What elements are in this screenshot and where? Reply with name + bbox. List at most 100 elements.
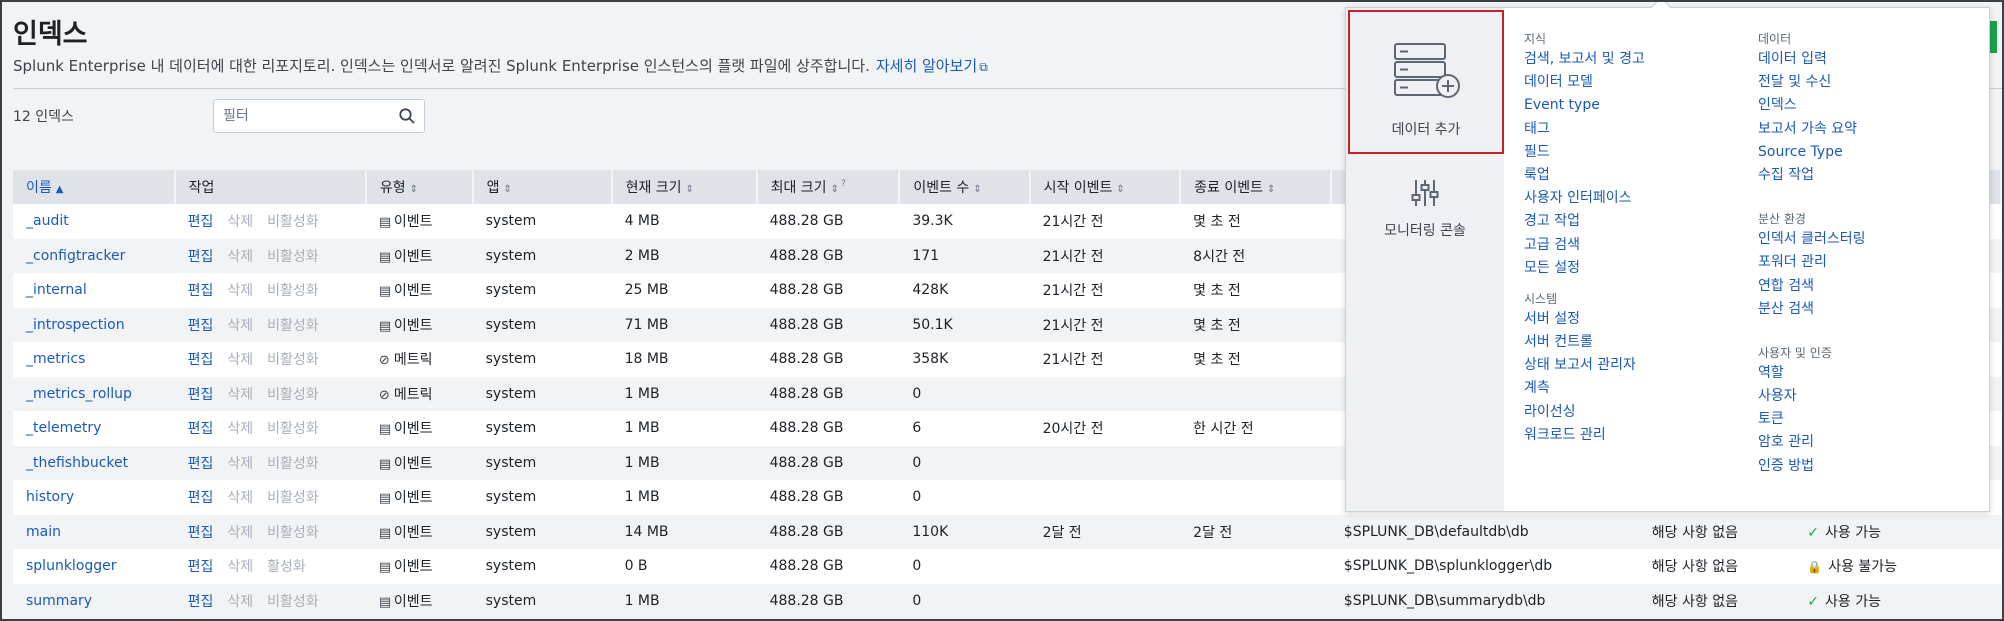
menu-item[interactable]: 사용자 <box>1758 385 1866 408</box>
edit-link[interactable]: 편집 <box>188 214 214 230</box>
document-icon: ▤ <box>378 215 392 231</box>
index-name-link[interactable]: main <box>13 514 175 549</box>
column-header-app[interactable]: 앱 ⇕ <box>472 170 613 204</box>
index-name-link[interactable]: _audit <box>13 204 175 239</box>
column-header-event-count[interactable]: 이벤트 수 ⇕ <box>899 170 1031 204</box>
current-size-cell: 1 MB <box>611 480 757 515</box>
edit-link[interactable]: 편집 <box>188 318 214 334</box>
edit-link[interactable]: 편집 <box>188 283 214 299</box>
menu-item[interactable]: 보고서 가속 요약 <box>1758 118 1866 141</box>
menu-item[interactable]: 수집 작업 <box>1758 164 1866 187</box>
earliest-event-cell: 21시간 전 <box>1029 238 1181 273</box>
document-icon: ▤ <box>378 525 392 541</box>
toggle-link: 비활성화 <box>267 490 319 507</box>
column-header-max-size[interactable]: 최대 크기 ⇕? <box>756 170 901 204</box>
menu-item[interactable]: 서버 설정 <box>1524 308 1645 331</box>
index-name-link[interactable]: _telemetry <box>13 411 175 446</box>
index-name-link[interactable]: history <box>13 480 175 515</box>
menu-item[interactable]: 고급 검색 <box>1524 234 1645 257</box>
index-name-link[interactable]: _thefishbucket <box>13 445 175 480</box>
menu-item[interactable]: 서버 컨트롤 <box>1524 331 1645 354</box>
edit-link[interactable]: 편집 <box>188 456 214 472</box>
menu-item[interactable]: Source Type <box>1758 141 1866 164</box>
menu-item[interactable]: 검색, 보고서 및 경고 <box>1524 48 1645 71</box>
current-size-cell: 0 B <box>611 549 757 584</box>
menu-item[interactable]: 토큰 <box>1758 408 1866 431</box>
edit-link[interactable]: 편집 <box>188 249 214 265</box>
edit-link[interactable]: 편집 <box>188 525 214 541</box>
index-name-link[interactable]: splunklogger <box>13 549 175 584</box>
menu-section-heading: 데이터 <box>1758 32 1792 46</box>
index-name-link[interactable]: _introspection <box>13 307 175 342</box>
type-label: 이벤트 <box>393 593 433 610</box>
column-header-latest-event[interactable]: 종료 이벤트 ⇕ <box>1180 170 1332 204</box>
settings-dropdown-menu: 데이터 추가 모니터링 콘솔 지식검색, 보고서 및 경고 데이터 모델 Event… <box>1345 7 1990 512</box>
app-cell: system <box>472 480 612 515</box>
document-icon: ▤ <box>378 491 392 507</box>
learn-more-link[interactable]: 자세히 알아보기 ⧉ <box>876 57 988 75</box>
toggle-link: 비활성화 <box>267 317 319 334</box>
menu-section-heading: 지식 <box>1524 32 1547 46</box>
menu-section-heading: 시스템 <box>1524 291 1558 306</box>
column-header-name[interactable]: 이름 ▲ <box>13 170 176 204</box>
latest-event-cell: 몇 초 전 <box>1180 307 1331 342</box>
menu-item[interactable]: 데이터 모델 <box>1524 71 1645 94</box>
delete-link: 삭제 <box>227 455 254 472</box>
menu-item[interactable]: Event type <box>1524 94 1645 117</box>
index-name-link[interactable]: _internal <box>13 273 175 308</box>
frozen-path-cell: 해당 사항 없음 <box>1638 549 1795 584</box>
index-count: 12 인덱스 <box>13 109 74 125</box>
menu-item[interactable]: 암호 관리 <box>1758 431 1866 454</box>
menu-item[interactable]: 데이터 입력 <box>1758 48 1866 71</box>
menu-item[interactable]: 사용자 인터페이스 <box>1524 187 1645 210</box>
menu-item[interactable]: 연합 검색 <box>1758 275 1866 298</box>
menu-item[interactable]: 워크로드 관리 <box>1524 424 1645 447</box>
search-icon[interactable] <box>398 107 416 125</box>
menu-shortcuts-panel: 데이터 추가 모니터링 콘솔 <box>1346 8 1504 511</box>
earliest-event-cell <box>1029 376 1181 411</box>
column-header-type[interactable]: 유형 ⇕ <box>365 170 474 204</box>
add-data-button[interactable]: 데이터 추가 <box>1348 10 1504 154</box>
index-name-link[interactable]: _configtracker <box>13 238 175 273</box>
menu-item[interactable]: 경고 작업 <box>1524 210 1645 233</box>
delete-link: 삭제 <box>227 386 254 403</box>
help-icon[interactable]: ? <box>841 179 846 189</box>
status-label: 사용 가능 <box>1824 593 1881 610</box>
menu-item[interactable]: 포워더 관리 <box>1758 251 1866 274</box>
menu-item[interactable]: 필드 <box>1524 141 1645 164</box>
index-name-link[interactable]: _metrics_rollup <box>13 376 175 411</box>
edit-link[interactable]: 편집 <box>188 421 214 437</box>
edit-link[interactable]: 편집 <box>188 559 214 575</box>
edit-link[interactable]: 편집 <box>188 490 214 506</box>
row-actions: 편집 삭제 활성화 <box>174 549 366 584</box>
menu-section-heading: 사용자 및 인증 <box>1758 345 1832 360</box>
menu-item[interactable]: 인증 방법 <box>1758 455 1866 478</box>
edit-link[interactable]: 편집 <box>188 387 214 403</box>
index-name-link[interactable]: _metrics <box>13 342 175 377</box>
edit-link[interactable]: 편집 <box>188 594 214 610</box>
type-cell: ▤ 이벤트 <box>365 204 473 239</box>
menu-item[interactable]: 역할 <box>1758 362 1866 385</box>
earliest-event-cell: 2달 전 <box>1029 514 1181 549</box>
index-name-link[interactable]: summary <box>13 583 175 618</box>
type-cell: ▤ 이벤트 <box>365 273 473 308</box>
menu-item[interactable]: 라이선싱 <box>1524 401 1645 424</box>
menu-item[interactable]: 모든 설정 <box>1524 257 1645 280</box>
menu-item[interactable]: 인덱스 <box>1758 94 1866 117</box>
menu-item[interactable]: 계측 <box>1524 377 1645 400</box>
latest-event-cell: 한 시간 전 <box>1180 411 1331 446</box>
earliest-event-cell: 21시간 전 <box>1029 342 1181 377</box>
current-size-cell: 14 MB <box>611 514 757 549</box>
menu-item[interactable]: 분산 검색 <box>1758 298 1866 321</box>
column-header-current-size[interactable]: 현재 크기 ⇕ <box>611 170 758 204</box>
menu-item[interactable]: 인덱서 클러스터링 <box>1758 228 1866 251</box>
sort-icon: ⇕ <box>503 184 512 195</box>
menu-item[interactable]: 룩업 <box>1524 164 1645 187</box>
menu-item[interactable]: 태그 <box>1524 118 1645 141</box>
monitoring-console-button[interactable]: 모니터링 콘솔 <box>1346 178 1504 240</box>
menu-item[interactable]: 상태 보고서 관리자 <box>1524 354 1645 377</box>
column-header-earliest-event[interactable]: 시작 이벤트 ⇕ <box>1029 170 1182 204</box>
menu-item[interactable]: 전달 및 수신 <box>1758 71 1866 94</box>
filter-input[interactable] <box>214 100 384 132</box>
edit-link[interactable]: 편집 <box>188 352 214 368</box>
